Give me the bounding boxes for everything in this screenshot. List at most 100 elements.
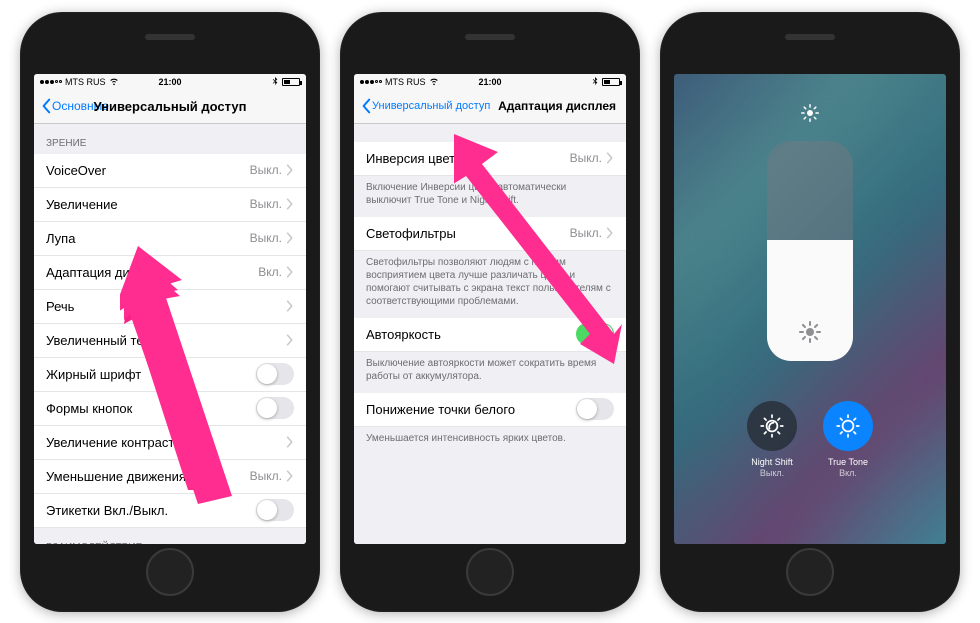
nav-bar: Основные Универсальный доступ [34,90,306,124]
row-label: Понижение точки белого [366,402,576,417]
clock: 21:00 [447,77,534,87]
true-tone-button[interactable]: True Tone Вкл. [823,401,873,478]
nav-bar: Универсальный доступ Адаптация дисплея [354,90,626,124]
toggle-button-shapes[interactable] [256,397,294,419]
wifi-icon [109,76,119,88]
carrier-label: MTS RUS [385,77,426,87]
battery-icon [602,78,620,86]
screen-accessibility: MTS RUS 21:00 Основные Универсальный дос… [34,74,306,544]
chevron-left-icon [360,98,372,114]
row-label: Увеличение [46,197,250,212]
row-label: Автояркость [366,327,576,342]
row-display-accommodations[interactable]: Адаптация дисплея Вкл. [34,256,306,290]
row-label: Формы кнопок [46,401,256,416]
back-button[interactable]: Основные [40,98,109,114]
battery-icon [282,78,300,86]
row-magnifier[interactable]: Лупа Выкл. [34,222,306,256]
bluetooth-icon [591,76,599,88]
night-shift-icon [747,401,797,451]
footer-note-auto: Выключение автояркости может сократить в… [354,352,626,393]
footer-note-invert: Включение Инверсии цвета автоматически в… [354,176,626,217]
chevron-right-icon [286,232,294,244]
carrier-label: MTS RUS [65,77,106,87]
row-value: Выкл. [250,231,282,245]
screen-control-center-brightness: Night Shift Выкл. True Tone Вкл. [674,74,946,544]
night-shift-value: Выкл. [760,468,784,478]
row-label: VoiceOver [46,163,250,178]
brightness-slider[interactable] [767,141,853,361]
row-label: Увеличение контраста [46,435,286,450]
row-label: Жирный шрифт [46,367,256,382]
phone-mockup-2: MTS RUS 21:00 Универсальный доступ Адапт… [340,12,640,612]
row-label: Речь [46,299,286,314]
true-tone-value: Вкл. [839,468,857,478]
toggle-on-off-labels[interactable] [256,499,294,521]
row-button-shapes[interactable]: Формы кнопок [34,392,306,426]
row-on-off-labels[interactable]: Этикетки Вкл./Выкл. [34,494,306,528]
row-value: Выкл. [570,151,602,165]
nav-title: Адаптация дисплея [492,99,620,113]
row-label: Уменьшение движения [46,469,250,484]
row-reduce-white-point[interactable]: Понижение точки белого [354,393,626,427]
row-value: Выкл. [250,197,282,211]
true-tone-label: True Tone [828,457,868,467]
chevron-right-icon [286,164,294,176]
section-header-interaction: ВЗАИМОДЕЙСТВИЕ [34,528,306,544]
chevron-right-icon [606,227,614,239]
brightness-icon [801,104,819,125]
settings-list[interactable]: Инверсия цвета Выкл. Включение Инверсии … [354,124,626,544]
chevron-right-icon [286,198,294,210]
phone-mockup-3: Night Shift Выкл. True Tone Вкл. [660,12,960,612]
status-bar: MTS RUS 21:00 [34,74,306,90]
row-increase-contrast[interactable]: Увеличение контраста [34,426,306,460]
chevron-right-icon [286,334,294,346]
row-label: Этикетки Вкл./Выкл. [46,503,256,518]
bluetooth-icon [271,76,279,88]
row-invert-colors[interactable]: Инверсия цвета Выкл. [354,142,626,176]
signal-icon [40,80,62,84]
section-header-vision: ЗРЕНИЕ [34,124,306,154]
chevron-right-icon [286,436,294,448]
back-label: Универсальный доступ [372,100,490,112]
row-auto-brightness[interactable]: Автояркость [354,318,626,352]
toggle-auto-brightness[interactable] [576,323,614,345]
status-bar: MTS RUS 21:00 [354,74,626,90]
row-voiceover[interactable]: VoiceOver Выкл. [34,154,306,188]
signal-icon [360,80,382,84]
true-tone-icon [823,401,873,451]
row-zoom[interactable]: Увеличение Выкл. [34,188,306,222]
row-label: Инверсия цвета [366,151,570,166]
row-reduce-motion[interactable]: Уменьшение движения Выкл. [34,460,306,494]
row-value: Вкл. [258,265,282,279]
settings-list[interactable]: ЗРЕНИЕ VoiceOver Выкл. Увеличение Выкл. … [34,124,306,544]
chevron-right-icon [286,266,294,278]
back-label: Основные [52,99,109,113]
row-value: Выкл. [250,469,282,483]
row-bold-text[interactable]: Жирный шрифт [34,358,306,392]
row-color-filters[interactable]: Светофильтры Выкл. [354,217,626,251]
wifi-icon [429,76,439,88]
footer-note-white: Уменьшается интенсивность ярких цветов. [354,427,626,455]
phone-mockup-1: MTS RUS 21:00 Основные Универсальный дос… [20,12,320,612]
row-value: Выкл. [570,226,602,240]
back-button[interactable]: Универсальный доступ [360,98,490,114]
screen-display-accommodations: MTS RUS 21:00 Универсальный доступ Адапт… [354,74,626,544]
toggle-bold-text[interactable] [256,363,294,385]
row-label: Светофильтры [366,226,570,241]
sun-icon [798,320,822,347]
clock: 21:00 [127,77,214,87]
row-label: Увеличенный текст [46,333,286,348]
row-value: Выкл. [250,163,282,177]
chevron-right-icon [286,470,294,482]
row-label: Лупа [46,231,250,246]
chevron-left-icon [40,98,52,114]
row-speech[interactable]: Речь [34,290,306,324]
chevron-right-icon [286,300,294,312]
row-larger-text[interactable]: Увеличенный текст [34,324,306,358]
row-label: Адаптация дисплея [46,265,258,280]
chevron-right-icon [606,152,614,164]
night-shift-label: Night Shift [751,457,793,467]
night-shift-button[interactable]: Night Shift Выкл. [747,401,797,478]
toggle-reduce-white[interactable] [576,398,614,420]
footer-note-filters: Светофильтры позволяют людям с плохим во… [354,251,626,318]
